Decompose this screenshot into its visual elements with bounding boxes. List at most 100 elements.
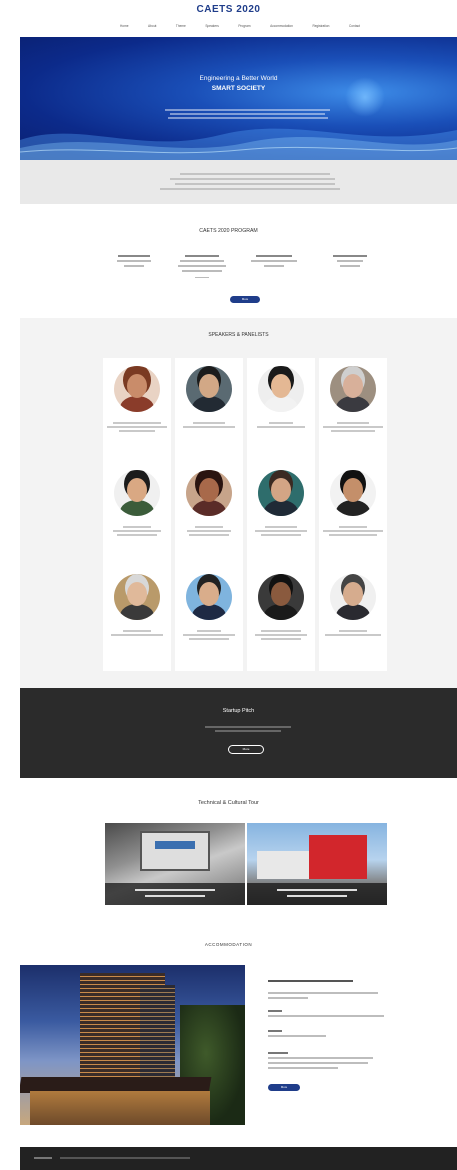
hotel-text-line — [268, 1015, 384, 1017]
speaker-card[interactable] — [319, 462, 387, 567]
tour-building-image — [257, 851, 309, 879]
speaker-photo — [114, 574, 160, 620]
speaker-card[interactable] — [103, 462, 171, 567]
speaker-title-line — [189, 534, 229, 536]
intro-text-line — [160, 188, 340, 190]
speaker-title-line — [117, 534, 157, 536]
palace-image — [30, 1091, 210, 1125]
nav-item-program[interactable]: Program — [238, 24, 250, 28]
speaker-title-line — [261, 638, 301, 640]
nav-item-registration[interactable]: Registration — [312, 24, 329, 28]
speaker-name-line — [261, 630, 301, 632]
hero-title: Engineering a Better World — [199, 75, 278, 82]
startup-pitch-section: Startup Pitch More — [20, 688, 457, 778]
speaker-card[interactable] — [175, 358, 243, 463]
hotel-text-line — [268, 1035, 326, 1037]
speaker-name-line — [269, 422, 293, 424]
speaker-card[interactable] — [175, 566, 243, 671]
hotel-text-line — [268, 1067, 338, 1069]
speaker-photo — [114, 470, 160, 516]
speaker-photo — [114, 366, 160, 412]
speaker-card[interactable] — [103, 358, 171, 463]
program-text-line — [178, 264, 226, 267]
speaker-title-line — [183, 426, 235, 428]
speaker-card[interactable] — [247, 358, 315, 463]
program-text-line — [264, 264, 284, 267]
nav-item-speakers[interactable]: Speakers — [205, 24, 218, 28]
site-logo[interactable]: CAETS 2020 — [0, 4, 457, 15]
speaker-card[interactable] — [247, 566, 315, 671]
program-day-2 — [172, 252, 232, 281]
tour-building-image — [155, 841, 195, 849]
nav-item-contact[interactable]: Contact — [349, 24, 360, 28]
hotel-label — [268, 1010, 282, 1012]
program-text-line — [337, 260, 363, 262]
speaker-title-line — [113, 530, 161, 532]
program-text-line — [180, 260, 224, 262]
speaker-name-line — [123, 630, 151, 632]
hotel-image — [20, 965, 245, 1125]
speaker-title-line — [323, 426, 383, 428]
accommodation-more-button[interactable]: More — [268, 1084, 300, 1091]
program-day-1 — [104, 252, 164, 270]
hotel-text-line — [268, 992, 378, 994]
hero-text-line — [168, 117, 328, 119]
intro-text-line — [175, 183, 335, 185]
tour-title: Technical & Cultural Tour — [198, 800, 259, 806]
speaker-name-line — [265, 526, 297, 528]
speaker-title-line — [257, 426, 305, 428]
speaker-name-line — [113, 422, 161, 424]
hotel-name — [268, 980, 353, 983]
tour-card-2[interactable] — [247, 823, 387, 905]
nav-item-about[interactable]: About — [148, 24, 156, 28]
startup-title: Startup Pitch — [222, 708, 255, 714]
startup-more-button[interactable]: More — [228, 745, 264, 754]
intro-band — [20, 160, 457, 204]
speaker-name-line — [123, 526, 151, 528]
speaker-title-line — [107, 426, 167, 428]
program-text-line — [251, 260, 297, 262]
speaker-photo — [186, 366, 232, 412]
speaker-photo — [330, 574, 376, 620]
speaker-title-line — [119, 430, 155, 432]
hero-subtitle: SMART SOCIETY — [211, 85, 266, 92]
speaker-name-line — [193, 422, 225, 424]
speaker-title-line — [329, 534, 377, 536]
footer-text-line — [60, 1157, 190, 1159]
speakers-title: SPEAKERS & PANELISTS — [208, 332, 269, 338]
nav-item-accommodation[interactable]: Accommodation — [270, 24, 293, 28]
hero-banner: Engineering a Better World SMART SOCIETY — [20, 37, 457, 160]
speaker-card[interactable] — [103, 566, 171, 671]
nav-item-home[interactable]: Home — [120, 24, 129, 28]
hotel-label — [268, 1030, 282, 1032]
speaker-card[interactable] — [319, 358, 387, 463]
main-nav: Home About Theme Speakers Program Accomm… — [120, 24, 360, 28]
program-day-heading — [118, 255, 150, 258]
speaker-title-line — [187, 530, 231, 532]
program-more-button[interactable]: More — [230, 296, 260, 303]
hero-text-line — [170, 113, 325, 115]
speaker-title-line — [255, 634, 307, 636]
program-text-line — [117, 260, 151, 262]
program-text-line — [124, 264, 144, 267]
tour-building-image — [309, 835, 367, 879]
site-footer — [20, 1147, 457, 1170]
startup-text-line — [215, 730, 281, 732]
program-text-line — [182, 269, 222, 272]
program-text-line — [195, 276, 209, 279]
program-day-heading — [185, 255, 219, 258]
speaker-card[interactable] — [319, 566, 387, 671]
program-day-heading — [333, 255, 367, 258]
speaker-title-line — [189, 638, 229, 640]
speaker-title-line — [261, 534, 301, 536]
tour-card-1[interactable] — [105, 823, 245, 905]
speaker-photo — [186, 574, 232, 620]
speakers-section: SPEAKERS & PANELISTS — [20, 318, 457, 688]
footer-logo — [34, 1157, 52, 1159]
nav-item-theme[interactable]: Theme — [176, 24, 186, 28]
speaker-name-line — [197, 630, 221, 632]
speaker-title-line — [111, 634, 163, 636]
speaker-card[interactable] — [175, 462, 243, 567]
hotel-tower-image — [140, 985, 175, 1085]
speaker-card[interactable] — [247, 462, 315, 567]
